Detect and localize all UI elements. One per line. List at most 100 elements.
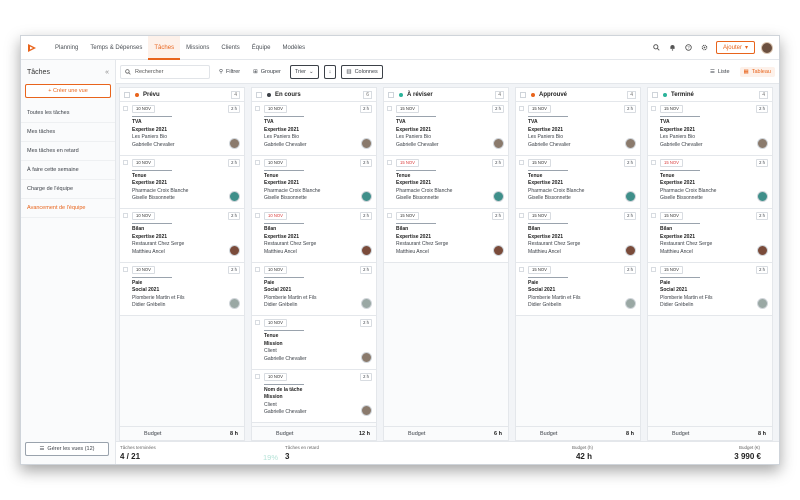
- sort-direction-button[interactable]: ↓: [323, 64, 337, 79]
- task-card[interactable]: 10 NOV 2 h Nom de la tâche Mission Client Gab…: [252, 369, 376, 423]
- task-card[interactable]: 15 NOV 2 h TVA Expertise 2021 Les Paniers Bi…: [648, 102, 772, 156]
- sidebar-item[interactable]: Toutes les tâches: [21, 104, 115, 123]
- assignee-avatar[interactable]: [361, 137, 372, 149]
- task-card[interactable]: 15 NOV 2 h Tenue Expertise 2021 Pharmacie Cr…: [384, 155, 508, 209]
- card-checkbox[interactable]: [123, 106, 128, 111]
- bell-icon[interactable]: [668, 43, 678, 53]
- card-checkbox[interactable]: [123, 159, 128, 165]
- task-card[interactable]: 15 NOV 2 h Bilan Expertise 2021 Restaurant C…: [648, 209, 772, 263]
- search-input[interactable]: Rechercher: [120, 64, 210, 79]
- board-view-button[interactable]: ▦ Tableau: [739, 66, 775, 77]
- task-card[interactable]: 15 NOV 2 h Tenue Expertise 2021 Pharmacie Cr…: [648, 155, 772, 209]
- nav-item-5[interactable]: Équipe: [246, 36, 277, 60]
- assignee-avatar[interactable]: [361, 191, 372, 202]
- nav-item-0[interactable]: Planning: [49, 36, 84, 60]
- card-checkbox[interactable]: [519, 213, 524, 218]
- assignee-avatar[interactable]: [361, 298, 372, 309]
- assignee-avatar[interactable]: [625, 244, 636, 256]
- assignee-avatar[interactable]: [625, 137, 636, 149]
- card-checkbox[interactable]: [519, 106, 524, 111]
- nav-item-4[interactable]: Clients: [215, 36, 245, 60]
- app-logo-icon[interactable]: [27, 43, 37, 53]
- add-button[interactable]: Ajouter ▾: [715, 41, 755, 54]
- task-card[interactable]: 10 NOV 2 h Tenue Expertise 2021 Pharmacie Cr…: [120, 155, 244, 209]
- task-card[interactable]: 10 NOV 2 h Paie Social 2021 Plomberie Martin…: [252, 262, 376, 316]
- sidebar-item[interactable]: Avancement de l'équipe: [21, 199, 115, 218]
- card-checkbox[interactable]: [519, 266, 524, 272]
- manage-views-button[interactable]: ☰ Gérer les vues (12): [25, 442, 109, 456]
- group-button[interactable]: ⊞ Grouper: [249, 65, 285, 79]
- column-checkbox[interactable]: [520, 91, 526, 98]
- task-card[interactable]: 15 NOV 2 h TVA Expertise 2021 Les Paniers Bi…: [516, 102, 640, 156]
- assignee-avatar[interactable]: [229, 191, 240, 202]
- assignee-avatar[interactable]: [493, 137, 504, 149]
- card-checkbox[interactable]: [519, 159, 524, 165]
- column-checkbox[interactable]: [124, 91, 130, 98]
- card-checkbox[interactable]: [387, 106, 392, 111]
- task-card[interactable]: 10 NOV 2 h TVA Expertise 2021 Les Paniers Bi…: [252, 102, 376, 156]
- sidebar-item[interactable]: Charge de l'équipe: [21, 180, 115, 199]
- card-checkbox[interactable]: [255, 320, 260, 325]
- column-checkbox[interactable]: [388, 91, 394, 98]
- task-card[interactable]: 15 NOV 2 h TVA Expertise 2021 Les Paniers Bi…: [384, 102, 508, 156]
- assignee-avatar[interactable]: [757, 137, 768, 149]
- card-checkbox[interactable]: [387, 213, 392, 218]
- nav-item-1[interactable]: Temps & Dépenses: [84, 36, 148, 60]
- card-checkbox[interactable]: [255, 213, 260, 218]
- task-card[interactable]: 15 NOV 2 h Bilan Expertise 2021 Restaurant C…: [384, 209, 508, 263]
- progress-bar: [264, 223, 304, 225]
- assignee-avatar[interactable]: [757, 298, 768, 309]
- task-card[interactable]: 10 NOV 2 h TVA Expertise 2021 Les Paniers Bi…: [120, 102, 244, 156]
- assignee-avatar[interactable]: [361, 244, 372, 256]
- collapse-icon[interactable]: «: [105, 69, 109, 76]
- list-view-button[interactable]: ☰ Liste: [706, 67, 734, 77]
- card-checkbox[interactable]: [123, 213, 128, 218]
- columns-button[interactable]: ▥ Colonnes: [341, 64, 383, 79]
- card-checkbox[interactable]: [255, 159, 260, 165]
- card-checkbox[interactable]: [255, 106, 260, 111]
- assignee-avatar[interactable]: [757, 244, 768, 256]
- task-card[interactable]: 10 NOV 2 h Bilan Expertise 2021 Restaurant C…: [252, 209, 376, 263]
- card-checkbox[interactable]: [387, 159, 392, 165]
- nav-item-3[interactable]: Missions: [180, 36, 215, 60]
- assignee-avatar[interactable]: [757, 191, 768, 202]
- assignee-avatar[interactable]: [493, 244, 504, 256]
- task-card[interactable]: 15 NOV 2 h Tenue Expertise 2021 Pharmacie Cr…: [516, 155, 640, 209]
- assignee-avatar[interactable]: [625, 191, 636, 202]
- filter-button[interactable]: ⚲ Filtrer: [215, 65, 244, 79]
- user-avatar[interactable]: [761, 41, 773, 54]
- task-card[interactable]: 10 NOV 2 h Tenue Mission Client Gabrielle Che…: [252, 316, 376, 370]
- assignee-avatar[interactable]: [361, 351, 372, 363]
- help-icon[interactable]: ?: [684, 43, 694, 53]
- card-checkbox[interactable]: [255, 266, 260, 272]
- task-card[interactable]: 10 NOV 2 h Tenue Expertise 2021 Pharmacie Cr…: [252, 155, 376, 209]
- assignee-avatar[interactable]: [229, 137, 240, 149]
- assignee-avatar[interactable]: [229, 298, 240, 309]
- assignee-avatar[interactable]: [493, 191, 504, 202]
- search-icon[interactable]: [652, 43, 662, 53]
- gear-icon[interactable]: [700, 43, 710, 53]
- sort-select[interactable]: Trier ⌄: [289, 64, 319, 79]
- card-checkbox[interactable]: [651, 159, 656, 165]
- task-card[interactable]: 15 NOV 2 h Paie Social 2021 Plomberie Martin…: [516, 262, 640, 316]
- task-card[interactable]: 10 NOV 2 h Bilan Expertise 2021 Restaurant C…: [120, 209, 244, 263]
- card-checkbox[interactable]: [651, 106, 656, 111]
- task-card[interactable]: 15 NOV 2 h Bilan Expertise 2021 Restaurant C…: [516, 209, 640, 263]
- assignee-avatar[interactable]: [625, 298, 636, 309]
- sidebar-item[interactable]: Mes tâches: [21, 123, 115, 142]
- card-checkbox[interactable]: [255, 373, 260, 379]
- card-checkbox[interactable]: [651, 266, 656, 272]
- nav-item-6[interactable]: Modèles: [276, 36, 311, 60]
- task-card[interactable]: 10 NOV 2 h Paie Social 2021 Plomberie Martin…: [120, 262, 244, 316]
- task-card[interactable]: 15 NOV 2 h Paie Social 2021 Plomberie Martin…: [648, 262, 772, 316]
- assignee-avatar[interactable]: [229, 244, 240, 256]
- create-view-button[interactable]: + Créer une vue: [25, 84, 111, 98]
- card-checkbox[interactable]: [651, 213, 656, 218]
- sidebar-item[interactable]: Mes tâches en retard: [21, 142, 115, 161]
- sidebar-item[interactable]: À faire cette semaine: [21, 161, 115, 180]
- assignee-avatar[interactable]: [361, 405, 372, 416]
- nav-item-2[interactable]: Tâches: [148, 36, 181, 60]
- column-checkbox[interactable]: [256, 91, 262, 98]
- column-checkbox[interactable]: [652, 91, 658, 98]
- card-checkbox[interactable]: [123, 266, 128, 272]
